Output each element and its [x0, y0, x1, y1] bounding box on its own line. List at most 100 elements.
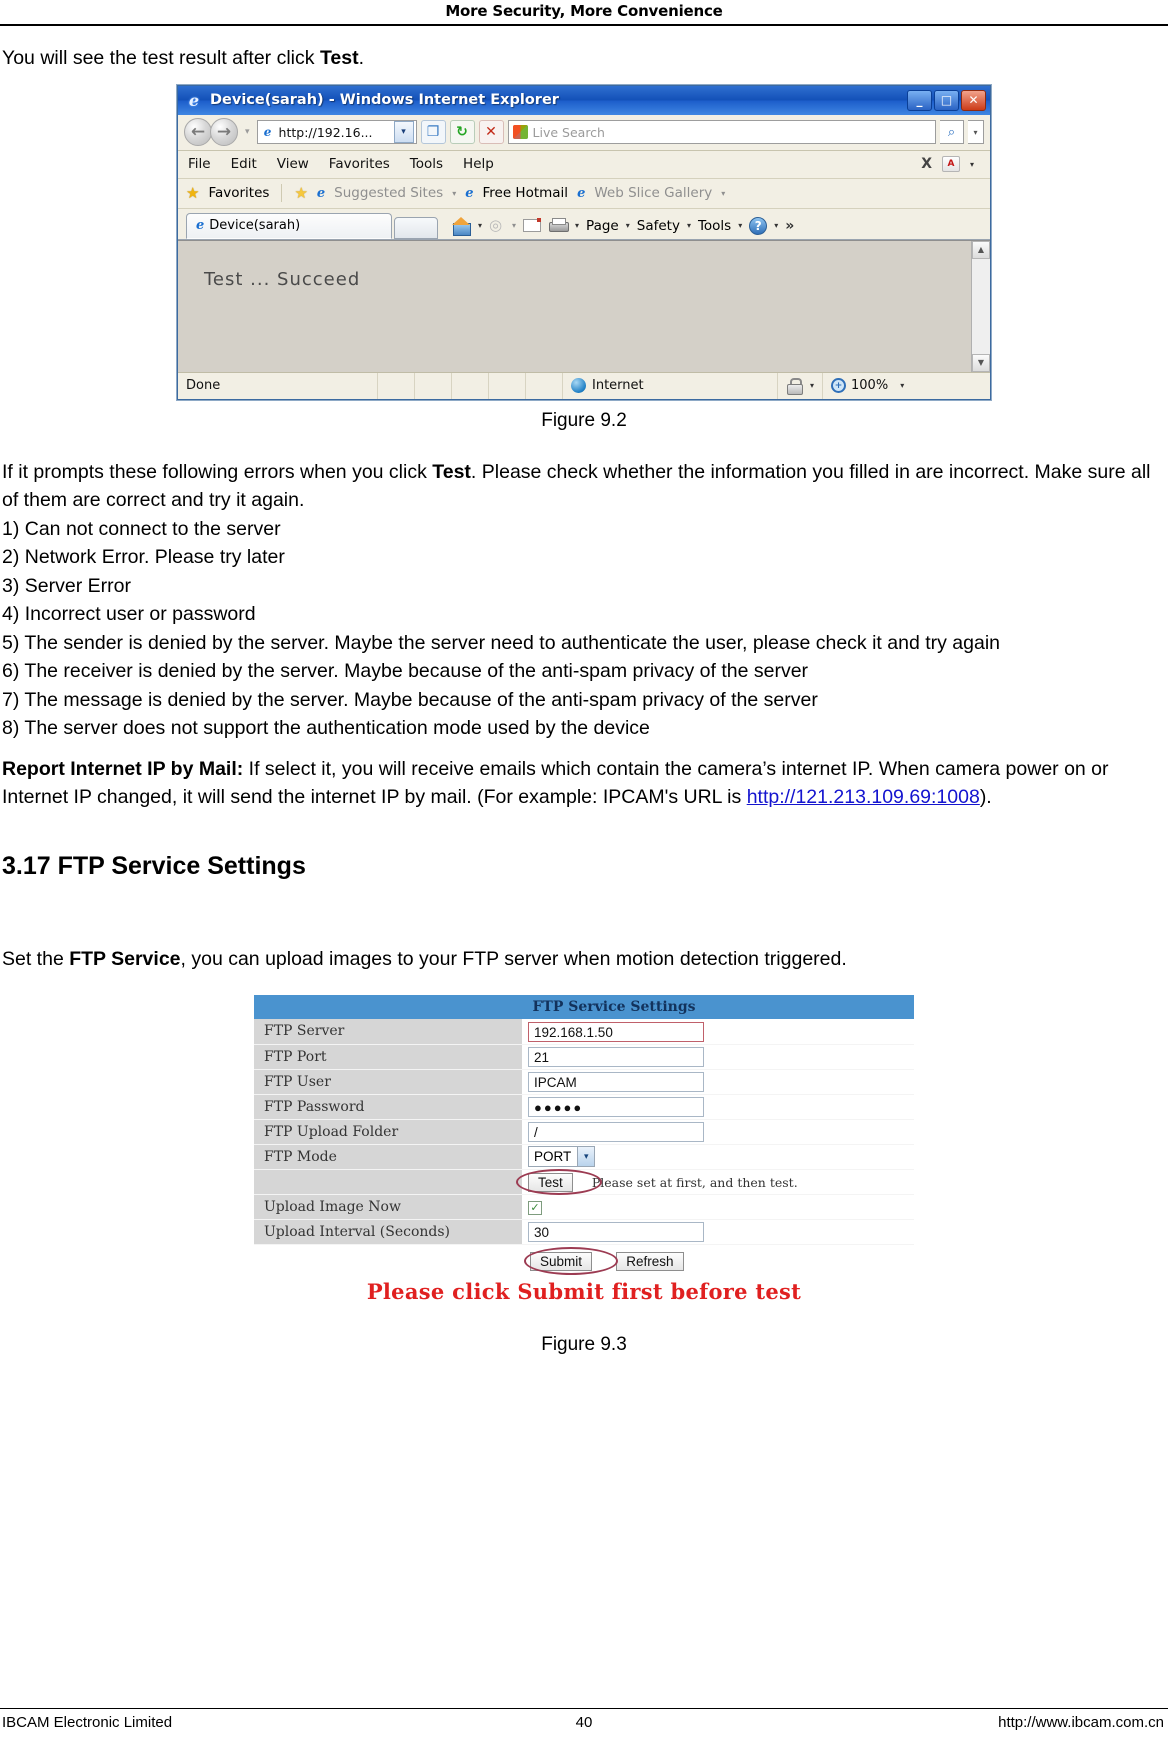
- rss-dropdown-icon[interactable]: ▾: [512, 221, 516, 230]
- safety-menu-caret-icon[interactable]: ▾: [687, 221, 691, 230]
- tools-menu-button[interactable]: Tools: [698, 218, 731, 234]
- rss-feeds-icon[interactable]: ◎: [489, 217, 505, 234]
- refresh-button[interactable]: ↻: [449, 120, 475, 144]
- page-menu-button[interactable]: Page: [586, 218, 619, 234]
- zoom-caret-icon[interactable]: ▾: [900, 381, 904, 390]
- stop-button[interactable]: ✕: [478, 120, 504, 144]
- ftp-user-cell: IPCAM: [522, 1069, 914, 1095]
- errors-lead-paragraph: If it prompts these following errors whe…: [0, 458, 1168, 515]
- scroll-down-button[interactable]: ▼: [972, 353, 990, 372]
- menu-item-tools[interactable]: Tools: [410, 156, 443, 172]
- ftp-mode-select[interactable]: PORT ▾: [528, 1146, 596, 1167]
- search-icon: ⌕: [947, 124, 956, 140]
- page-menu-caret-icon[interactable]: ▾: [626, 221, 630, 230]
- back-arrow-icon: ←: [190, 122, 206, 142]
- error-item-2: 2) Network Error. Please try later: [2, 546, 285, 568]
- ftp-password-label: FTP Password: [254, 1094, 522, 1120]
- upload-image-now-checkbox[interactable]: ✓: [528, 1200, 542, 1215]
- recent-pages-dropdown[interactable]: ▾: [242, 127, 253, 137]
- errors-lead-bold: Test: [432, 460, 471, 483]
- table-row: FTP Server 192.168.1.50: [254, 1019, 914, 1045]
- forward-button[interactable]: →: [210, 118, 238, 146]
- security-zone[interactable]: Internet: [563, 372, 778, 399]
- maximize-button[interactable]: □: [934, 89, 959, 111]
- add-to-favorites-icon[interactable]: ★: [294, 185, 307, 201]
- web-slice-gallery-icon: e: [577, 185, 586, 201]
- test-button[interactable]: Test: [528, 1172, 573, 1192]
- print-dropdown-icon[interactable]: ▾: [575, 221, 579, 230]
- tools-menu-caret-icon[interactable]: ▾: [738, 221, 742, 230]
- home-dropdown-icon[interactable]: ▾: [478, 221, 482, 230]
- free-hotmail-link[interactable]: Free Hotmail: [482, 185, 568, 201]
- help-icon[interactable]: ?: [749, 216, 768, 235]
- page-header: More Security, More Convenience: [0, 0, 1168, 26]
- table-row: FTP Password ●●●●●: [254, 1094, 914, 1120]
- search-input[interactable]: Live Search: [507, 120, 936, 144]
- ftp-password-input[interactable]: ●●●●●: [528, 1096, 704, 1117]
- suggested-sites-link[interactable]: Suggested Sites: [334, 185, 443, 201]
- ipcam-url-link[interactable]: http://121.213.109.69:1008: [747, 786, 980, 808]
- close-button[interactable]: ✕: [961, 89, 986, 111]
- zoom-control[interactable]: + 100% ▾: [823, 373, 912, 399]
- menu-item-help[interactable]: Help: [463, 156, 494, 172]
- toolbar-close-icon[interactable]: X: [921, 156, 932, 172]
- ftp-test-cell: Test Please set at first, and then test.: [516, 1168, 914, 1195]
- web-slice-caret-icon[interactable]: ▾: [721, 189, 725, 198]
- ftp-header-label: FTP Service Settings: [532, 999, 696, 1015]
- table-row: Test Please set at first, and then test.: [254, 1168, 914, 1195]
- menu-item-view[interactable]: View: [277, 156, 309, 172]
- favorites-button-label[interactable]: Favorites: [208, 185, 269, 201]
- section-intro-bold: FTP Service: [69, 947, 181, 970]
- search-go-button[interactable]: ⌕: [940, 120, 964, 144]
- ftp-port-input[interactable]: 21: [528, 1046, 704, 1067]
- free-hotmail-icon: e: [465, 185, 474, 201]
- ftp-server-input[interactable]: 192.168.1.50: [528, 1021, 704, 1042]
- search-provider-dropdown[interactable]: ▾: [968, 120, 984, 144]
- zoom-icon: +: [831, 378, 847, 393]
- compatibility-icon: ❐: [426, 124, 440, 140]
- scroll-up-button[interactable]: ▲: [972, 240, 990, 259]
- address-dropdown-icon[interactable]: ▾: [393, 121, 414, 143]
- table-row: FTP User IPCAM: [254, 1069, 914, 1095]
- ftp-annotation-text: Please click Submit first before test: [366, 1278, 802, 1304]
- menu-item-edit[interactable]: Edit: [231, 156, 257, 172]
- protected-mode-caret-icon[interactable]: ▾: [810, 381, 814, 390]
- suggested-sites-caret-icon[interactable]: ▾: [452, 189, 456, 198]
- live-search-icon: [512, 125, 528, 139]
- address-bar[interactable]: e http://192.16... ▾: [256, 120, 417, 144]
- mail-icon[interactable]: [523, 218, 542, 232]
- ftp-action-buttons: Submit Refresh: [254, 1245, 914, 1275]
- menu-item-favorites[interactable]: Favorites: [329, 156, 390, 172]
- ftp-upload-folder-input[interactable]: /: [528, 1121, 704, 1142]
- vertical-scrollbar[interactable]: ▲ ▼: [971, 240, 990, 372]
- protected-mode-indicator[interactable]: ▾: [778, 372, 824, 399]
- upload-interval-input[interactable]: 30: [528, 1221, 704, 1242]
- pdf-dropdown-icon[interactable]: ▾: [970, 160, 974, 169]
- ftp-table-header-row: FTP Service Settings: [254, 995, 914, 1019]
- command-bar-overflow-icon[interactable]: »: [785, 218, 794, 234]
- refresh-button[interactable]: Refresh: [616, 1251, 684, 1271]
- status-cell-3: [452, 372, 489, 399]
- ie-tab-row: e Device(sarah) ▾ ◎ ▾ ▾ Page ▾ Safety ▾: [178, 208, 990, 240]
- new-tab-button[interactable]: [394, 216, 438, 239]
- menu-item-file[interactable]: File: [188, 156, 211, 172]
- header-divider: [0, 24, 1168, 26]
- ftp-server-cell: 192.168.1.50: [522, 1019, 914, 1045]
- back-button[interactable]: ←: [184, 118, 212, 146]
- help-dropdown-icon[interactable]: ▾: [774, 221, 778, 230]
- ftp-mode-cell: PORT ▾: [522, 1144, 914, 1170]
- browser-tab[interactable]: e Device(sarah): [186, 212, 392, 239]
- footer-website: http://www.ibcam.com.cn: [998, 1714, 1164, 1731]
- submit-button[interactable]: Submit: [530, 1251, 593, 1271]
- safety-menu-button[interactable]: Safety: [637, 218, 680, 234]
- pdf-toolbar-icon[interactable]: A: [941, 156, 960, 172]
- compatibility-view-button[interactable]: ❐: [420, 120, 446, 144]
- web-slice-gallery-link[interactable]: Web Slice Gallery: [594, 185, 712, 201]
- minimize-button[interactable]: _: [907, 89, 932, 111]
- page-footer: IBCAM Electronic Limited 40 http://www.i…: [0, 1708, 1168, 1748]
- print-icon[interactable]: [548, 217, 570, 234]
- chevron-down-icon: ▾: [577, 1147, 595, 1166]
- table-row: FTP Mode PORT ▾: [254, 1144, 914, 1170]
- home-icon[interactable]: [452, 217, 471, 236]
- ftp-user-input[interactable]: IPCAM: [528, 1071, 704, 1092]
